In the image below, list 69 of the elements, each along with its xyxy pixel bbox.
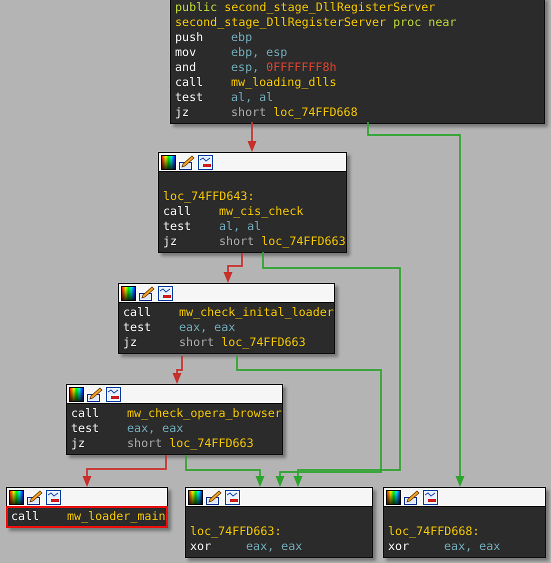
jump-modifier: short — [219, 234, 254, 249]
instruction-mnemonic: test — [71, 421, 100, 436]
palette-icon[interactable] — [69, 386, 84, 402]
symbol-name: mw_check_opera_browser — [127, 406, 282, 421]
palette-icon[interactable] — [386, 490, 401, 504]
symbol-name: loc_74FFD663 — [169, 436, 254, 451]
instruction-mnemonic: call — [163, 204, 192, 219]
graph-icon[interactable] — [46, 490, 61, 504]
instruction-mnemonic: test — [123, 320, 152, 335]
edge-arrow — [248, 122, 256, 152]
location-label: loc_74FFD663: — [190, 524, 282, 539]
register-operand: eax, eax — [179, 320, 236, 335]
symbol-name: mw_loading_dlls — [231, 75, 337, 90]
instruction-mnemonic: push — [175, 30, 204, 45]
symbol-name: mw_cis_check — [219, 204, 304, 219]
pencil-icon[interactable] — [206, 490, 222, 504]
palette-icon[interactable] — [161, 154, 176, 170]
location-label: loc_74FFD668: — [388, 524, 480, 539]
palette-icon[interactable] — [121, 286, 136, 300]
instruction-mnemonic: test — [163, 219, 192, 234]
register-operand: al, al — [219, 219, 262, 234]
pencil-icon[interactable] — [87, 386, 103, 402]
instruction-mnemonic: call — [175, 75, 204, 90]
pencil-icon[interactable] — [179, 154, 195, 170]
directive-keyword: proc near — [393, 15, 456, 30]
register-operand: eax, eax — [127, 421, 184, 436]
instruction-mnemonic: call — [11, 509, 40, 524]
pencil-icon[interactable] — [27, 490, 43, 504]
symbol-name: mw_check_inital_loader — [179, 305, 334, 320]
instruction-mnemonic: jz — [163, 234, 178, 249]
instruction-mnemonic: and — [175, 60, 198, 75]
graph-icon[interactable] — [423, 490, 438, 504]
symbol-name: mw_loader_main — [67, 509, 166, 524]
symbol-name: loc_74FFD663 — [221, 335, 306, 350]
symbol-name: loc_74FFD663 — [261, 234, 346, 249]
instruction-mnemonic: jz — [175, 105, 190, 120]
graph-icon[interactable] — [198, 154, 213, 170]
register-operand: ebp — [231, 30, 252, 45]
pencil-icon[interactable] — [139, 286, 155, 300]
palette-icon[interactable] — [9, 490, 24, 504]
graph-icon[interactable] — [158, 286, 173, 300]
register-operand: al, al — [231, 90, 274, 105]
register-operand: ebp, esp — [231, 45, 288, 60]
symbol-name: loc_74FFD668 — [273, 105, 358, 120]
location-label: loc_74FFD643: — [163, 189, 254, 204]
instruction-mnemonic: jz — [123, 335, 138, 350]
register-operand: eax, eax — [444, 539, 500, 554]
palette-icon[interactable] — [188, 490, 203, 504]
register-operand: esp, — [231, 60, 260, 75]
instruction-mnemonic: call — [123, 305, 152, 320]
instruction-mnemonic: call — [71, 406, 100, 421]
graph-icon[interactable] — [225, 490, 240, 504]
instruction-mnemonic: xor — [388, 539, 410, 554]
register-operand: eax, eax — [246, 539, 302, 554]
graph-icon[interactable] — [106, 386, 121, 402]
instruction-mnemonic: xor — [190, 539, 212, 554]
pencil-icon[interactable] — [404, 490, 420, 504]
directive-keyword: public — [175, 0, 218, 15]
instruction-mnemonic: mov — [175, 45, 198, 60]
number-operand: 0FFFFFFF8h — [266, 60, 337, 75]
edge-arrow — [172, 356, 183, 384]
symbol-name: second_stage_DllRegisterServer — [224, 0, 436, 15]
jump-modifier: short — [127, 436, 162, 451]
jump-modifier: short — [179, 335, 214, 350]
symbol-name: second_stage_DllRegisterServer — [175, 15, 386, 30]
instruction-mnemonic: test — [175, 90, 204, 105]
edge-arrow — [224, 253, 243, 283]
instruction-mnemonic: jz — [71, 436, 86, 451]
jump-modifier: short — [231, 105, 266, 120]
